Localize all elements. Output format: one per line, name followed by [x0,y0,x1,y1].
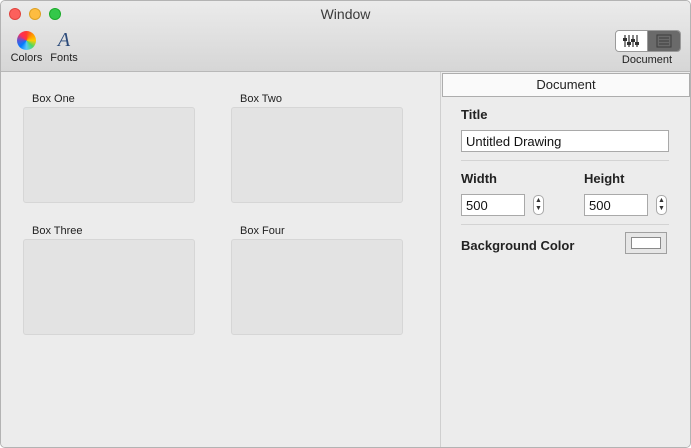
box-one[interactable] [23,107,195,203]
width-label: Width [461,171,497,186]
titlebar: Window Colors A Fonts Document [1,1,690,72]
chevron-up-icon: ▲ [658,197,665,204]
colors-label: Colors [10,52,43,64]
chevron-down-icon: ▼ [658,205,665,212]
width-field[interactable] [461,194,525,216]
height-field[interactable] [584,194,648,216]
color-swatch [631,237,661,249]
font-icon: A [57,29,71,51]
box-three-title: Box Three [32,225,83,237]
window-title: Window [320,6,371,22]
inspector-panel: Document Title Width ▲ ▼ Height ▲ ▼ Back… [440,72,690,447]
canvas-area: Box One Box Two Box Three Box Four [1,72,440,447]
height-stepper[interactable]: ▲ ▼ [656,195,667,215]
background-color-well[interactable] [625,232,667,254]
chevron-up-icon: ▲ [535,197,542,204]
fonts-label: Fonts [50,52,78,64]
document-toolbar-label: Document [621,54,673,66]
box-two[interactable] [231,107,403,203]
box-three[interactable] [23,239,195,335]
box-four[interactable] [231,239,403,335]
height-label: Height [584,171,625,186]
list-toggle-segment[interactable] [648,31,680,51]
title-label: Title [461,107,488,122]
sliders-icon [623,35,639,47]
separator [461,160,669,161]
colors-button[interactable]: Colors [10,31,43,64]
width-stepper[interactable]: ▲ ▼ [533,195,544,215]
chevron-down-icon: ▼ [535,205,542,212]
app-window: Window Colors A Fonts Document Box One B… [0,0,691,448]
inspector-toggle-segment[interactable] [616,31,648,51]
sidebar-icon [656,34,672,48]
background-color-label: Background Color [461,238,575,253]
view-segmented-control[interactable] [615,30,681,52]
color-wheel-icon [17,31,36,50]
tab-document[interactable]: Document [442,73,690,97]
box-two-title: Box Two [240,93,282,105]
fonts-button[interactable]: A Fonts [49,29,79,64]
box-one-title: Box One [32,93,75,105]
box-four-title: Box Four [240,225,285,237]
title-field[interactable] [461,130,669,152]
separator [461,224,669,225]
